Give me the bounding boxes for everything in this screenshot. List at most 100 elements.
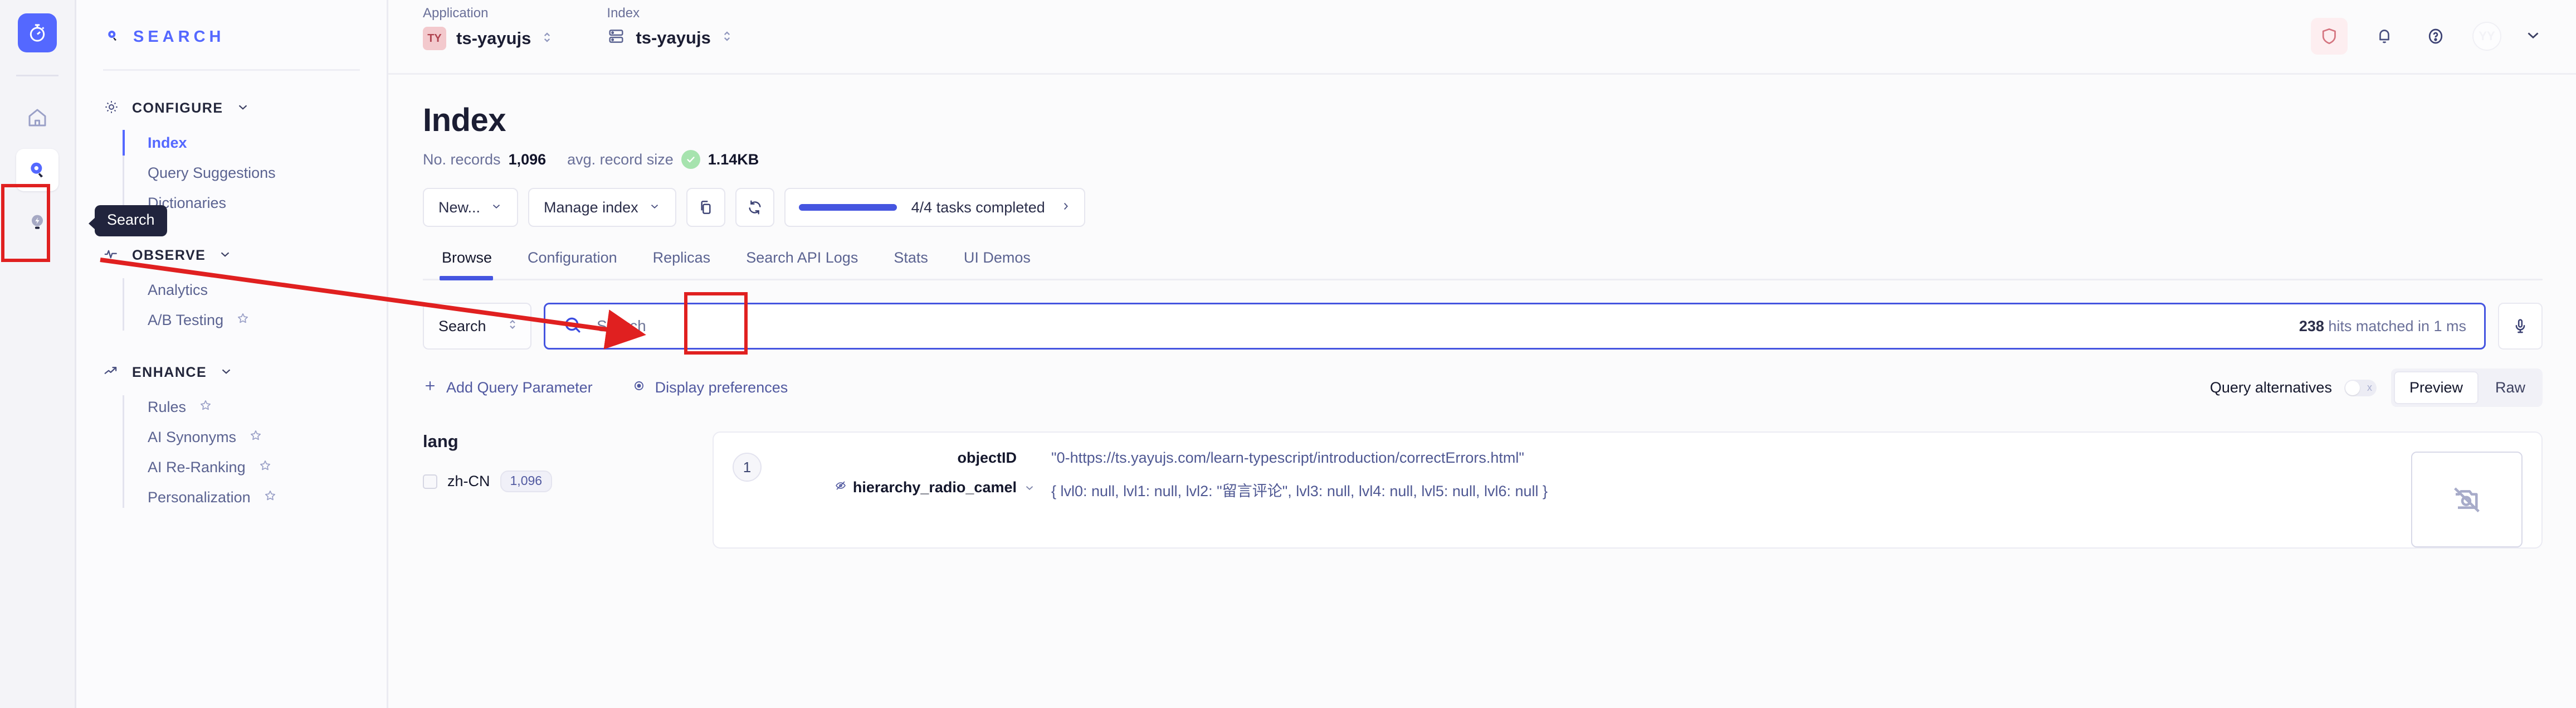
search-icon <box>562 314 583 338</box>
index-value: ts-yayujs <box>636 28 710 48</box>
records-value: 1,096 <box>509 151 547 168</box>
hit-field-value: { lvl0: null, lvl1: null, lvl2: "留言评论", … <box>1042 479 1548 501</box>
help-circle-icon[interactable] <box>2421 22 2450 51</box>
sidebar-item-analytics[interactable]: Analytics <box>148 275 387 305</box>
sidebar-rule <box>103 69 360 71</box>
chevron-down-icon <box>490 199 502 216</box>
query-alternatives-toggle[interactable]: x <box>2344 380 2377 396</box>
sidebar-item-index[interactable]: Index <box>148 128 387 158</box>
hit-field-row: objectID "0-https://ts.yayujs.com/learn-… <box>777 449 2396 467</box>
view-mode-raw[interactable]: Raw <box>2481 372 2540 403</box>
sidebar-item-rules[interactable]: Rules <box>148 392 387 422</box>
microphone-icon[interactable] <box>2498 303 2543 350</box>
facet-value-row[interactable]: zh-CN 1,096 <box>423 471 690 492</box>
tasks-progress-bar <box>799 204 897 211</box>
tab-browse[interactable]: Browse <box>423 249 510 279</box>
index-tabs: Browse Configuration Replicas Search API… <box>423 249 2543 280</box>
display-preferences-label: Display preferences <box>655 379 788 396</box>
nav-group-label: CONFIGURE <box>132 100 223 117</box>
search-input[interactable]: Search <box>597 317 2286 335</box>
manage-index-label: Manage index <box>544 199 638 216</box>
tab-label: Browse <box>442 249 492 266</box>
nav-group-observe: OBSERVE Analytics A/B Testing <box>76 243 387 335</box>
nav-group-header-configure[interactable]: CONFIGURE <box>76 95 387 121</box>
tab-ui-demos[interactable]: UI Demos <box>946 249 1048 279</box>
view-mode-preview[interactable]: Preview <box>2394 371 2479 404</box>
toggle-off-mark: x <box>2367 382 2372 394</box>
nav-group-header-observe[interactable]: OBSERVE <box>76 243 387 268</box>
new-button-label: New... <box>438 199 480 216</box>
tab-search-api-logs[interactable]: Search API Logs <box>728 249 876 279</box>
tooltip-search: Search <box>95 205 167 236</box>
display-preferences-button[interactable]: Display preferences <box>632 379 788 397</box>
tasks-status-button[interactable]: 4/4 tasks completed <box>784 188 1085 227</box>
star-icon[interactable] <box>248 428 263 447</box>
chevron-down-icon[interactable] <box>219 364 233 381</box>
tab-replicas[interactable]: Replicas <box>635 249 729 279</box>
star-icon[interactable] <box>236 311 250 329</box>
sidebar-item-query-suggestions[interactable]: Query Suggestions <box>148 158 387 188</box>
rail-item-recommend[interactable] <box>16 201 58 244</box>
sidebar-item-dictionaries[interactable]: Dictionaries <box>148 188 387 218</box>
nav-group-header-enhance[interactable]: ENHANCE <box>76 360 387 385</box>
chevron-updown-icon <box>507 316 518 337</box>
shield-icon[interactable] <box>2311 18 2348 55</box>
sidebar-item-ab-testing[interactable]: A/B Testing <box>148 305 387 335</box>
rail-item-search[interactable] <box>16 149 58 191</box>
add-query-parameter-button[interactable]: Add Query Parameter <box>423 379 593 397</box>
chevron-down-icon[interactable] <box>2524 26 2543 47</box>
sidebar-item-label: Query Suggestions <box>148 164 276 182</box>
icon-rail <box>0 0 76 708</box>
hit-field-row: hierarchy_radio_camel { lvl0: null, lvl1… <box>777 479 2396 501</box>
chevron-down-icon[interactable] <box>218 247 232 264</box>
rail-item-home[interactable] <box>16 96 58 139</box>
avg-size-label: avg. record size <box>567 151 674 168</box>
hits-text: hits matched in 1 ms <box>2328 318 2466 334</box>
star-icon[interactable] <box>258 458 272 477</box>
eye-off-icon[interactable] <box>834 479 847 496</box>
sidebar-item-ai-re-ranking[interactable]: AI Re-Ranking <box>148 452 387 482</box>
sidebar-item-ai-synonyms[interactable]: AI Synonyms <box>148 422 387 452</box>
avg-size-value: 1.14KB <box>708 151 759 168</box>
facet-checkbox[interactable] <box>423 474 437 489</box>
tab-configuration[interactable]: Configuration <box>510 249 635 279</box>
tab-stats[interactable]: Stats <box>876 249 946 279</box>
nav-items-configure: Index Query Suggestions Dictionaries <box>76 128 387 218</box>
star-icon[interactable] <box>263 488 277 507</box>
results-area: lang zh-CN 1,096 1 objectID "0-https://t… <box>423 431 2543 549</box>
sidebar-item-label: Index <box>148 134 187 152</box>
chevron-down-icon[interactable] <box>236 100 250 117</box>
hit-card: 1 objectID "0-https://ts.yayujs.com/lear… <box>713 431 2543 549</box>
search-mode-select[interactable]: Search <box>423 303 531 350</box>
index-selector[interactable]: Index ts-yayujs <box>607 6 733 49</box>
new-button[interactable]: New... <box>423 188 518 227</box>
index-stats: No. records 1,096 avg. record size 1.14K… <box>423 150 2543 169</box>
page-title: Index <box>423 101 2543 139</box>
chevron-updown-icon[interactable] <box>721 27 733 49</box>
sidebar-item-label: Analytics <box>148 282 208 299</box>
chevron-down-icon[interactable] <box>1017 479 1042 497</box>
sidebar-item-label: Personalization <box>148 489 251 506</box>
index-toolbar: New... Manage index <box>423 188 2543 227</box>
page-content: Index No. records 1,096 avg. record size… <box>388 75 2576 708</box>
algolia-stopwatch-logo-icon[interactable] <box>18 13 57 52</box>
refresh-icon[interactable] <box>735 188 774 227</box>
search-input-wrapper[interactable]: Search 238 hits matched in 1 ms <box>544 303 2486 350</box>
image-off-icon <box>2411 452 2523 547</box>
manage-index-button[interactable]: Manage index <box>528 188 676 227</box>
search-row: Search Search 238 hits matched in 1 ms <box>423 303 2543 350</box>
sidebar-item-personalization[interactable]: Personalization <box>148 482 387 512</box>
nav-group-label: ENHANCE <box>132 365 207 381</box>
avatar[interactable]: YY <box>2472 22 2501 51</box>
copy-icon[interactable] <box>686 188 725 227</box>
bell-icon[interactable] <box>2370 22 2399 51</box>
topbar: Application TY ts-yayujs Index <box>388 0 2576 75</box>
hit-field-key: objectID <box>777 449 1017 467</box>
chevron-updown-icon[interactable] <box>541 28 553 50</box>
records-label: No. records <box>423 151 501 168</box>
application-selector[interactable]: Application TY ts-yayujs <box>423 6 553 50</box>
tab-label: UI Demos <box>964 249 1031 266</box>
view-mode-switch: Preview Raw <box>2391 368 2543 407</box>
search-mode-value: Search <box>438 318 486 335</box>
star-icon[interactable] <box>198 398 213 416</box>
